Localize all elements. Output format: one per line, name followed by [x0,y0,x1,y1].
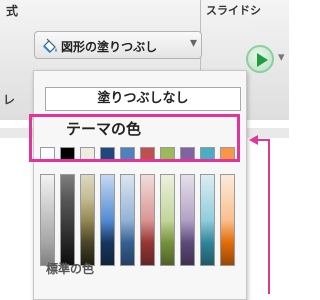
shade-column-dark-blue[interactable] [100,174,115,266]
theme-colors-highlight-box [29,114,240,162]
ribbon-tab-format[interactable]: 式 [6,2,18,19]
shade-column-white[interactable] [40,174,55,266]
chevron-down-icon[interactable]: ▾ [190,35,197,51]
paint-bucket-icon [43,38,57,53]
shade-column-blue[interactable] [120,174,135,266]
fill-dropdown-menu: 塗りつぶしなし テーマの色 標準の色 [33,70,247,300]
no-fill-button[interactable]: 塗りつぶしなし [45,87,241,111]
shade-column-black[interactable] [60,174,75,266]
shade-column-red[interactable] [140,174,155,266]
shade-column-green[interactable] [160,174,175,266]
no-fill-label: 塗りつぶしなし [97,91,189,106]
ribbon-tab-slideshow[interactable]: スライドシ [206,2,261,18]
arrow-left-icon [249,135,258,145]
play-dropdown-chevron-icon[interactable]: ▾ [278,50,285,65]
shade-column-tan[interactable] [80,174,95,266]
shape-fill-button[interactable]: 図形の塗りつぶし ▾ [34,31,202,59]
side-label: レ [3,93,16,107]
play-icon[interactable] [246,45,274,73]
callout-connector [256,139,270,141]
shade-column-aqua[interactable] [200,174,215,266]
shade-column-purple[interactable] [180,174,195,266]
shade-column-orange[interactable] [220,174,235,266]
shape-fill-label: 図形の塗りつぶし [61,40,158,54]
standard-colors-title: 標準の色 [46,262,95,276]
callout-line [268,140,270,294]
